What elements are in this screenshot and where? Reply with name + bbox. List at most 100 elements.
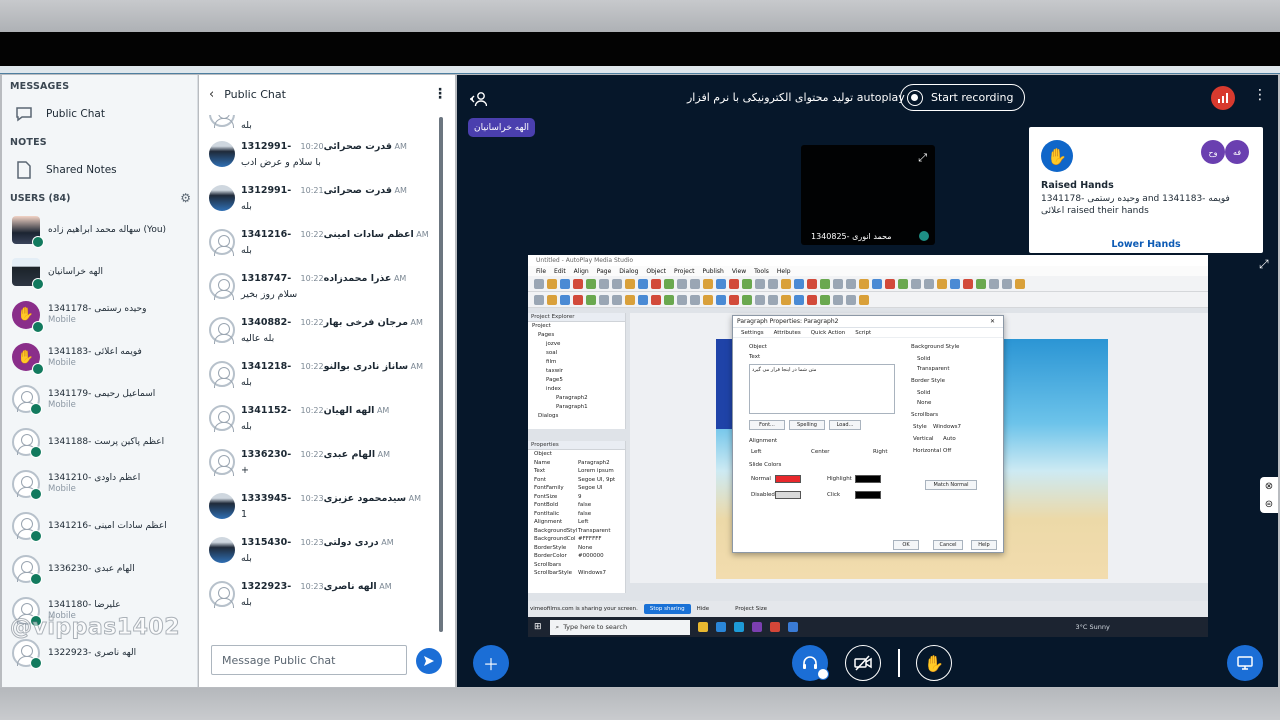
toolbar-button[interactable] — [651, 278, 661, 289]
user-list-item[interactable]: 1341216- اعظم سادات امینی — [2, 505, 197, 547]
property-row[interactable]: FontBold false — [528, 501, 625, 510]
toolbar-button[interactable] — [703, 294, 713, 305]
property-row[interactable]: ScrollbarStyle Windows7 — [528, 569, 625, 578]
start-recording-button[interactable]: Start recording — [900, 84, 1025, 111]
menu-item[interactable]: Publish — [702, 268, 723, 275]
toolbar-button[interactable] — [638, 278, 648, 289]
tree-item[interactable]: film — [528, 358, 625, 367]
property-row[interactable]: FontSize 9 — [528, 493, 625, 502]
align-right-radio[interactable]: Right — [873, 449, 887, 455]
autoplay-icon[interactable] — [787, 622, 798, 632]
user-list-item[interactable]: الهه خراسانیان — [2, 251, 197, 293]
toolbar-button[interactable] — [846, 278, 856, 289]
tree-item[interactable]: taxwir — [528, 367, 625, 376]
toolbar-button[interactable] — [846, 294, 856, 305]
options-menu-icon[interactable]: ⋮ — [1253, 87, 1267, 103]
toolbar-button[interactable] — [820, 294, 830, 305]
align-center-radio[interactable]: Center — [811, 449, 830, 455]
toolbar-button[interactable] — [690, 294, 700, 305]
toolbar-button[interactable] — [755, 294, 765, 305]
user-list-item[interactable]: 1341188- اعظم پاکین پرست — [2, 420, 197, 462]
toolbar-button[interactable] — [833, 278, 843, 289]
connection-status-icon[interactable] — [1211, 86, 1235, 110]
toolbar-button[interactable] — [794, 278, 804, 289]
cancel-button[interactable]: Cancel — [933, 540, 963, 550]
user-list-item[interactable]: 1336230- الهام عبدی — [2, 547, 197, 589]
help-button[interactable]: Help — [971, 540, 997, 550]
toolbar-button[interactable] — [911, 278, 921, 289]
solid-radio[interactable]: Solid — [917, 356, 930, 362]
toolbar-button[interactable] — [742, 278, 752, 289]
toolbar-button[interactable] — [833, 294, 843, 305]
toolbar-button[interactable] — [664, 278, 674, 289]
toolbar-button[interactable] — [742, 294, 752, 305]
toolbar-button[interactable] — [898, 278, 908, 289]
toolbar-button[interactable] — [586, 278, 596, 289]
mail-icon[interactable] — [715, 622, 726, 632]
match-normal-button[interactable]: Match Normal — [925, 480, 977, 490]
spelling-button[interactable]: Spelling — [789, 420, 825, 430]
actions-plus-button[interactable]: ＋ — [473, 645, 509, 681]
load-button[interactable]: Load... — [829, 420, 861, 430]
dialog-tab[interactable]: Quick Action — [811, 328, 846, 337]
tree-item[interactable]: Dialogs — [528, 412, 625, 421]
user-list-item[interactable]: ✋ 1341178- وحیده رستمی Mobile — [2, 294, 197, 336]
property-row[interactable]: Alignment Left — [528, 518, 625, 527]
lower-hands-button[interactable]: Lower Hands — [1029, 239, 1263, 250]
slides-icon[interactable]: ⊜ — [1265, 499, 1273, 510]
toolbar-button[interactable] — [534, 278, 544, 289]
close-icon[interactable]: ✕ — [990, 316, 1003, 327]
toolbar-button[interactable] — [664, 294, 674, 305]
public-chat-entry[interactable]: Public Chat — [2, 97, 197, 131]
chat-message-input[interactable]: Message Public Chat — [211, 645, 407, 675]
toolbar-button[interactable] — [729, 278, 739, 289]
tree-item[interactable]: Paragraph2 — [528, 394, 625, 403]
shared-notes-entry[interactable]: Shared Notes — [2, 153, 197, 187]
toolbar-button[interactable] — [1015, 278, 1025, 289]
menu-item[interactable]: Object — [646, 268, 666, 275]
menu-item[interactable]: Project — [674, 268, 695, 275]
toolbar-button[interactable] — [963, 278, 973, 289]
toolbar-button[interactable] — [625, 294, 635, 305]
webcam-tile[interactable]: ⤢ 1340825- محمد انوری — [801, 145, 935, 245]
raise-hand-button[interactable]: ✋ — [916, 645, 952, 681]
user-list-item[interactable]: سهاله محمد ابراهیم زاده (You) — [2, 209, 197, 251]
property-row[interactable]: Scrollbars — [528, 561, 625, 570]
toolbar-button[interactable] — [885, 278, 895, 289]
hide-button[interactable]: Hide — [697, 606, 710, 612]
dialog-tab[interactable]: Script — [855, 328, 871, 337]
toolbar-button[interactable] — [625, 278, 635, 289]
property-row[interactable]: FontItalic false — [528, 510, 625, 519]
normal-color-swatch[interactable] — [775, 475, 801, 483]
toolbar-button[interactable] — [599, 278, 609, 289]
menu-item[interactable]: Help — [777, 268, 791, 275]
property-row[interactable]: Name Paragraph2 — [528, 459, 625, 468]
send-message-button[interactable] — [416, 648, 442, 674]
toolbar-button[interactable] — [859, 278, 869, 289]
property-row[interactable]: BorderStyle None — [528, 544, 625, 553]
horizontal-select[interactable]: Off — [943, 448, 951, 454]
toolbar-button[interactable] — [937, 278, 947, 289]
border-solid-radio[interactable]: Solid — [917, 390, 930, 396]
toolbar-button[interactable] — [781, 294, 791, 305]
toolbar-button[interactable] — [612, 278, 622, 289]
menu-item[interactable]: Edit — [554, 268, 566, 275]
chat-scrollbar[interactable] — [439, 117, 443, 632]
toolbar-button[interactable] — [599, 294, 609, 305]
property-row[interactable]: BackgroundStyl Transparent — [528, 527, 625, 536]
toolbar-button[interactable] — [547, 294, 557, 305]
font-button[interactable]: Font... — [749, 420, 785, 430]
toolbar-button[interactable] — [586, 294, 596, 305]
dialog-tab[interactable]: Attributes — [774, 328, 801, 337]
toolbar-button[interactable] — [768, 278, 778, 289]
toolbar-button[interactable] — [560, 278, 570, 289]
property-row[interactable]: Text Lorem ipsum — [528, 467, 625, 476]
border-none-radio[interactable]: None — [917, 400, 931, 406]
toolbar-button[interactable] — [976, 278, 986, 289]
gear-icon[interactable]: ⚙ — [180, 191, 191, 205]
menu-item[interactable]: Page — [597, 268, 612, 275]
user-toggle-icon[interactable] — [469, 90, 488, 112]
toolbar-button[interactable] — [547, 278, 557, 289]
user-list-item[interactable]: 1341179- اسماعیل رحیمی Mobile — [2, 378, 197, 420]
click-color-swatch[interactable] — [855, 491, 881, 499]
